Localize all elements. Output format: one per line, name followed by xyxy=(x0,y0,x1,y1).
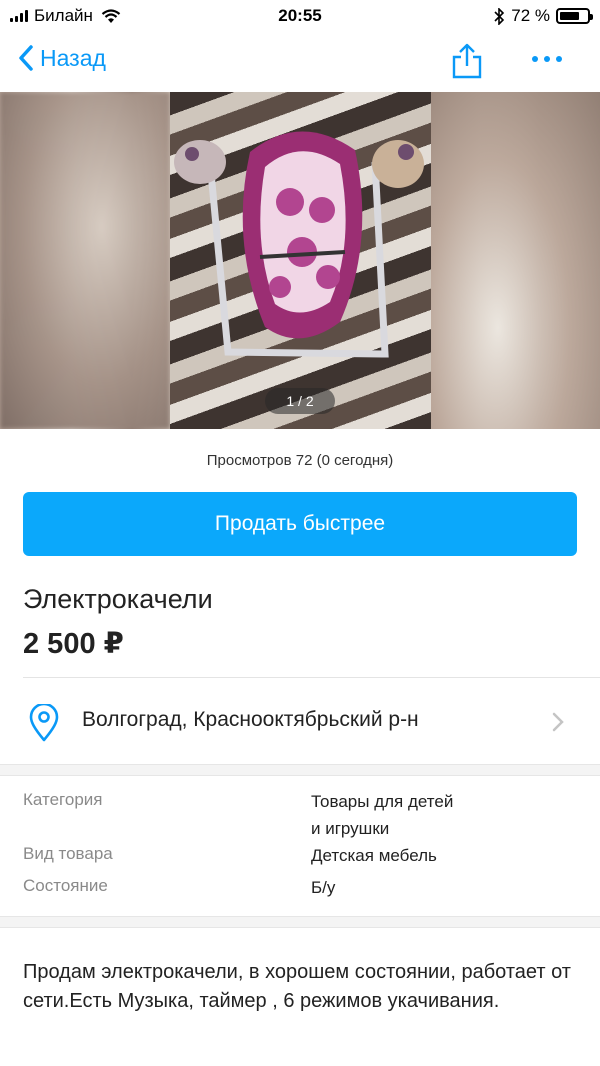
baby-swing-illustration xyxy=(174,131,424,358)
param-row-category: Категория Товары для детей и игрушки xyxy=(0,778,600,838)
params-list: Категория Товары для детей и игрушки Вид… xyxy=(0,778,600,897)
photo-counter: 1 / 2 xyxy=(265,388,335,414)
chevron-left-icon xyxy=(19,45,33,71)
section-separator xyxy=(0,916,600,928)
status-bar: Билайн 20:55 72 % xyxy=(0,0,600,32)
more-icon[interactable] xyxy=(532,56,562,62)
param-label: Вид товара xyxy=(23,844,113,863)
sell-faster-button[interactable]: Продать быстрее xyxy=(23,492,577,556)
location-pin-icon xyxy=(29,704,59,742)
chevron-right-icon xyxy=(552,712,564,732)
param-value: Б/у xyxy=(311,878,336,897)
location-text: Волгоград, Краснооктябрьский р-н xyxy=(82,708,419,731)
location-row[interactable]: Волгоград, Краснооктябрьский р-н xyxy=(0,678,600,766)
gallery-blur-left xyxy=(0,92,170,429)
listing-price: 2 500 ₽ xyxy=(23,628,124,660)
listing-description: Продам электрокачели, в хорошем состояни… xyxy=(23,961,571,1012)
status-right: 72 % xyxy=(493,6,593,26)
listing-title: Электрокачели xyxy=(23,584,213,614)
back-button[interactable]: Назад xyxy=(18,44,106,72)
nav-bar: Назад xyxy=(0,32,600,92)
bluetooth-icon xyxy=(494,7,505,25)
param-label: Категория xyxy=(23,790,103,809)
section-separator xyxy=(0,764,600,776)
gallery-blur-right xyxy=(430,92,600,429)
param-value-cont: и игрушки xyxy=(311,819,390,838)
param-value: Детская мебель xyxy=(311,846,437,865)
listing-photo[interactable] xyxy=(170,92,431,429)
battery-icon xyxy=(556,8,593,24)
param-value: Товары для детей xyxy=(311,792,454,811)
param-label: Состояние xyxy=(23,876,108,895)
back-label: Назад xyxy=(40,44,106,71)
share-icon[interactable] xyxy=(450,42,484,80)
views-count: Просмотров 72 (0 сегодня) xyxy=(206,452,394,469)
photo-gallery[interactable]: 1 / 2 xyxy=(0,92,600,429)
battery-percent: 72 % xyxy=(511,6,550,25)
